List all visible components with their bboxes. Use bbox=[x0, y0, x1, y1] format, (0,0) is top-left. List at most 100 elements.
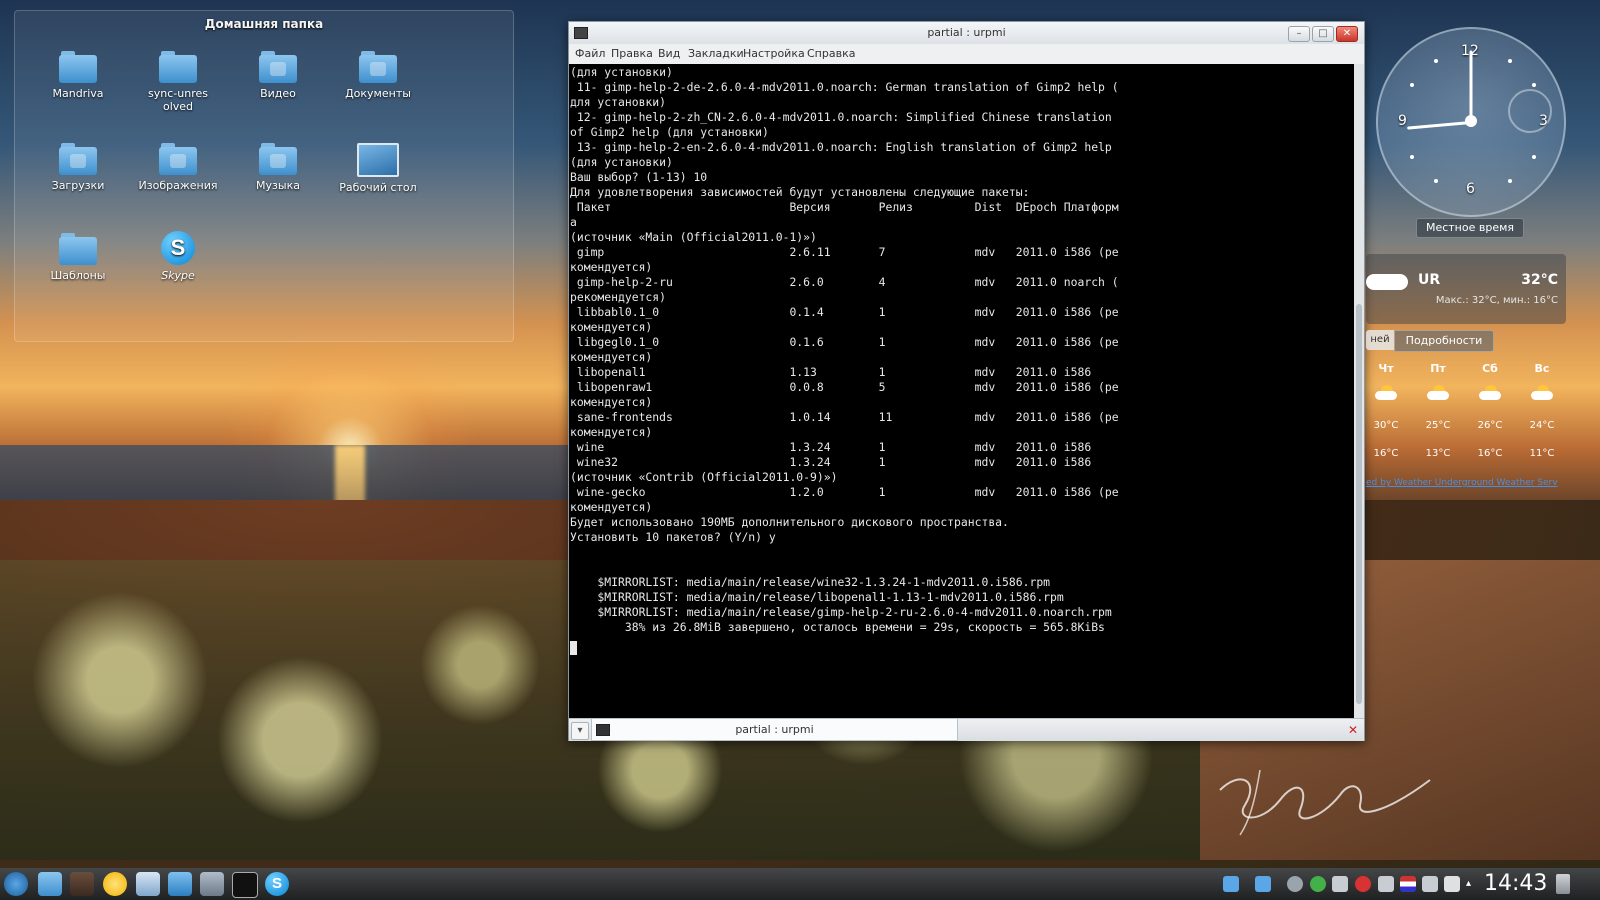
forecast-high: 24°C bbox=[1529, 420, 1555, 431]
clock-tick bbox=[1532, 155, 1536, 159]
scrollbar-thumb[interactable] bbox=[1356, 304, 1362, 704]
forecast-low: 13°C bbox=[1425, 448, 1451, 459]
cloud-icon bbox=[1366, 274, 1408, 290]
tray-network-icon[interactable] bbox=[1355, 876, 1371, 892]
forecast-day: Вс bbox=[1534, 362, 1550, 375]
system-settings-icon[interactable] bbox=[200, 872, 224, 896]
desktop-item-documents[interactable]: Документы bbox=[333, 51, 423, 100]
keyboard-layout-flag-icon[interactable] bbox=[1400, 876, 1416, 892]
forecast-high: 26°C bbox=[1477, 420, 1503, 431]
desktop-item-label: Mandriva bbox=[52, 87, 104, 100]
tray-scissors-icon[interactable] bbox=[1378, 876, 1394, 892]
menu-view[interactable]: Вид bbox=[658, 47, 680, 60]
tray-folder-icon[interactable] bbox=[1223, 876, 1239, 892]
terminal-window[interactable]: partial : urpmi – □ ✕ Файл Правка Вид За… bbox=[568, 21, 1365, 741]
media-player-icon[interactable] bbox=[168, 872, 192, 896]
skype-icon[interactable]: S bbox=[265, 872, 289, 896]
partly-cloudy-icon bbox=[1375, 385, 1397, 400]
desktop-folder-icon bbox=[357, 143, 399, 177]
clock-numeral-3: 3 bbox=[1539, 113, 1548, 129]
desktop-item-label: Изображения bbox=[138, 179, 218, 192]
clock-center bbox=[1465, 115, 1477, 127]
tray-info-icon[interactable] bbox=[1287, 876, 1303, 892]
folder-view-title: Домашняя папка bbox=[204, 17, 324, 31]
signature-watermark bbox=[1219, 769, 1431, 836]
browser-icon[interactable] bbox=[70, 872, 94, 896]
application-launcher-icon[interactable] bbox=[4, 872, 28, 896]
desktop-item-templates[interactable]: Шаблоны bbox=[33, 233, 123, 282]
close-tab-icon[interactable]: ✕ bbox=[1346, 723, 1360, 737]
analog-clock[interactable]: 12 3 6 9 bbox=[1376, 27, 1566, 217]
terminal-tab[interactable]: partial : urpmi bbox=[591, 719, 958, 741]
desktop-item-music[interactable]: Музыка bbox=[233, 143, 323, 192]
menu-bookmarks[interactable]: Закладки bbox=[688, 47, 744, 60]
new-tab-button[interactable]: ▾ bbox=[571, 722, 589, 740]
desktop-item-label: Видео bbox=[260, 87, 296, 100]
weather-tab-days[interactable]: ней bbox=[1366, 330, 1394, 350]
minimize-button[interactable]: – bbox=[1288, 26, 1310, 42]
desktop-item-label: sync-unresolved bbox=[148, 87, 208, 113]
clock-hour-hand bbox=[1407, 121, 1472, 130]
window-titlebar[interactable]: partial : urpmi – □ ✕ bbox=[569, 22, 1364, 44]
desktop-item-pictures[interactable]: Изображения bbox=[133, 143, 223, 192]
tray-notifications-icon[interactable] bbox=[1444, 876, 1460, 892]
clock-tick bbox=[1434, 179, 1438, 183]
desktop-item-label: Рабочий стол bbox=[339, 181, 417, 194]
clock-tick bbox=[1508, 59, 1512, 63]
menu-help[interactable]: Справка bbox=[807, 47, 855, 60]
forecast-low: 16°C bbox=[1477, 448, 1503, 459]
menu-settings[interactable]: Настройка bbox=[743, 47, 805, 60]
desktop-item-video[interactable]: Видео bbox=[233, 51, 323, 100]
forecast-low: 11°C bbox=[1529, 448, 1555, 459]
menu-edit[interactable]: Правка bbox=[611, 47, 653, 60]
forecast-day: Пт bbox=[1430, 362, 1446, 375]
desktop-item-skype[interactable]: S Skype bbox=[133, 231, 223, 282]
clock-tick bbox=[1410, 155, 1414, 159]
mail-icon[interactable] bbox=[136, 872, 160, 896]
desktop-item-desktop[interactable]: Рабочий стол bbox=[333, 143, 423, 194]
desktop-item-mandriva[interactable]: Mandriva bbox=[33, 51, 123, 100]
clock-tick bbox=[1508, 179, 1512, 183]
window-title: partial : urpmi bbox=[927, 26, 1006, 39]
terminal-tab-label: partial : urpmi bbox=[735, 723, 814, 736]
terminal-output[interactable]: (для установки) 11- gimp-help-2-de-2.6.0… bbox=[569, 64, 1354, 734]
close-button[interactable]: ✕ bbox=[1336, 26, 1358, 42]
clock-tick bbox=[1410, 83, 1414, 87]
file-manager-icon[interactable] bbox=[38, 872, 62, 896]
terminal-scrollbar[interactable] bbox=[1354, 64, 1364, 734]
forecast-day: Сб bbox=[1482, 362, 1498, 375]
weather-current: UR 32°C Макс.: 32°C, мин.: 16°C bbox=[1366, 254, 1566, 324]
folder-video-icon bbox=[259, 51, 297, 83]
trash-icon[interactable] bbox=[1556, 874, 1570, 894]
skype-icon: S bbox=[161, 231, 195, 265]
folder-pictures-icon bbox=[159, 143, 197, 175]
desktop-item-label: Загрузки bbox=[51, 179, 105, 192]
tray-expand-icon[interactable]: ▴ bbox=[1466, 876, 1474, 892]
menu-file[interactable]: Файл bbox=[575, 47, 605, 60]
weather-credit-link[interactable]: ed by Weather Underground Weather Serv bbox=[1366, 478, 1566, 488]
weather-city: UR bbox=[1418, 272, 1441, 288]
clock-tick bbox=[1532, 83, 1536, 87]
desktop: Домашняя папка Mandriva sync-unresolved … bbox=[0, 0, 1600, 900]
terminal-text: (для установки) 11- gimp-help-2-de-2.6.0… bbox=[570, 65, 1119, 634]
desktop-item-downloads[interactable]: Загрузки bbox=[33, 143, 123, 192]
folder-documents-icon bbox=[359, 51, 397, 83]
tray-clipboard-icon[interactable] bbox=[1332, 876, 1348, 892]
chat-icon[interactable] bbox=[103, 872, 127, 896]
clock-numeral-6: 6 bbox=[1466, 181, 1475, 197]
volume-icon[interactable] bbox=[1422, 876, 1438, 892]
weather-tab-details[interactable]: Подробности bbox=[1394, 330, 1494, 352]
taskbar-clock[interactable]: 14:43 bbox=[1484, 871, 1547, 896]
menubar: Файл Правка Вид Закладки Настройка Справ… bbox=[569, 44, 1364, 64]
partly-cloudy-icon bbox=[1427, 385, 1449, 400]
folder-icon bbox=[159, 51, 197, 83]
clock-label: Местное время bbox=[1416, 218, 1524, 238]
tray-folder-icon[interactable] bbox=[1255, 876, 1271, 892]
weather-temperature: 32°C bbox=[1521, 272, 1558, 288]
tray-update-icon[interactable] bbox=[1310, 876, 1326, 892]
maximize-button[interactable]: □ bbox=[1312, 26, 1334, 42]
taskbar: S ▴ 14:43 bbox=[0, 868, 1600, 900]
desktop-item-sync-unresolved[interactable]: sync-unresolved bbox=[133, 51, 223, 113]
terminal-icon[interactable] bbox=[232, 872, 258, 898]
folder-icon bbox=[59, 51, 97, 83]
